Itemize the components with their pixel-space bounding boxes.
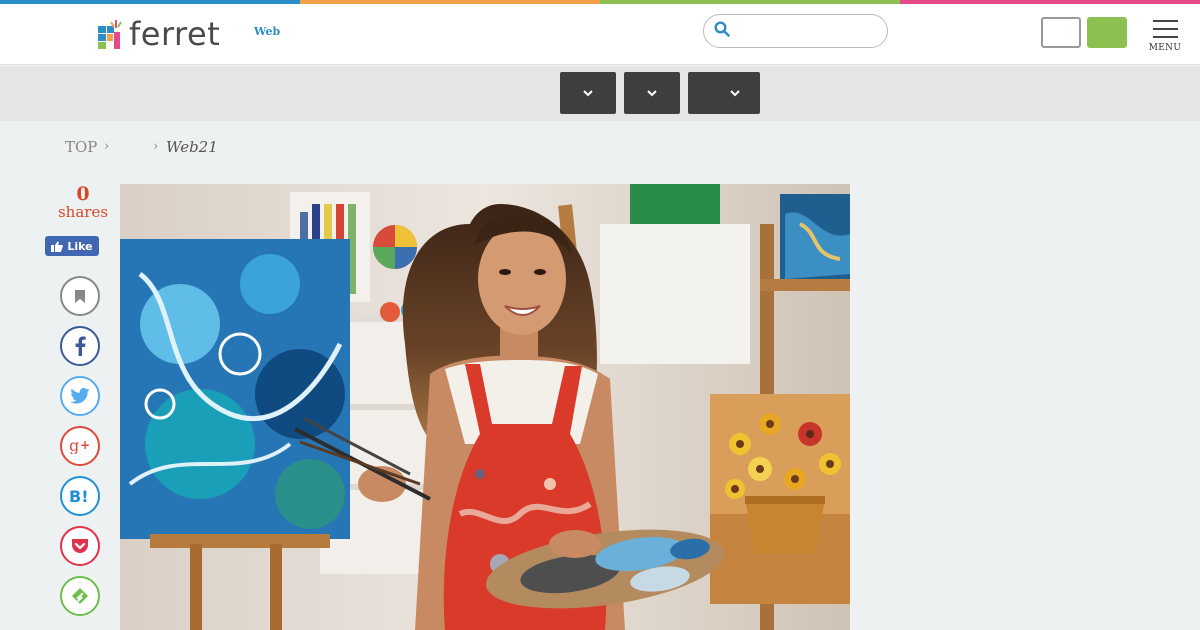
google-plus-icon: g +	[69, 438, 90, 454]
menu-label: MENU	[1148, 43, 1182, 53]
search-icon	[714, 21, 730, 41]
facebook-like-button[interactable]: Like	[45, 236, 99, 256]
twitter-icon	[70, 388, 90, 404]
pocket-share-button[interactable]	[60, 526, 100, 566]
logo-text: ferret	[129, 15, 221, 53]
feedly-icon	[72, 588, 88, 604]
site-logo[interactable]: ferret	[97, 18, 220, 50]
bookmark-button[interactable]	[60, 276, 100, 316]
search-box[interactable]	[703, 14, 888, 48]
logo-mark-icon	[97, 18, 123, 50]
category-dropdown-3[interactable]	[688, 72, 760, 114]
svg-text:g: g	[69, 438, 79, 454]
svg-text:+: +	[80, 438, 90, 452]
register-button[interactable]	[1087, 17, 1127, 48]
logo-category-label: Web	[254, 25, 281, 38]
share-count-label: shares	[57, 203, 109, 221]
facebook-share-button[interactable]	[60, 326, 100, 366]
facebook-icon	[75, 336, 86, 356]
hamburger-icon-bar	[1152, 36, 1178, 38]
site-header: ferret Web MENU	[0, 4, 1200, 65]
login-button[interactable]	[1041, 17, 1081, 48]
share-count: 0 shares	[56, 184, 110, 220]
breadcrumb-top-link[interactable]: TOP	[65, 138, 97, 156]
category-dropdown-2[interactable]	[624, 72, 680, 114]
chevron-down-icon	[647, 89, 657, 96]
google-plus-share-button[interactable]: g +	[60, 426, 100, 466]
like-label: Like	[67, 239, 93, 253]
twitter-share-button[interactable]	[60, 376, 100, 416]
article-hero-image	[120, 184, 850, 630]
search-input[interactable]	[736, 19, 876, 43]
category-nav	[0, 66, 1200, 121]
hatena-bookmark-share-button[interactable]: B!	[60, 476, 100, 516]
svg-text:B!: B!	[69, 487, 89, 505]
breadcrumb-current: Web21	[166, 138, 218, 156]
pocket-icon	[72, 539, 88, 553]
hamburger-icon-bar	[1152, 28, 1178, 30]
bookmark-icon	[75, 289, 85, 303]
thumbs-up-icon	[51, 241, 64, 252]
artist-painting-illustration	[120, 184, 850, 630]
hatena-bookmark-icon: B!	[69, 487, 89, 505]
share-count-number: 0	[76, 183, 90, 205]
hamburger-icon	[1152, 20, 1178, 22]
category-dropdown-1[interactable]	[560, 72, 616, 114]
chevron-down-icon	[583, 89, 593, 96]
breadcrumb-separator: ›	[104, 139, 110, 154]
breadcrumb-separator: ›	[153, 139, 159, 154]
menu-button[interactable]: MENU	[1148, 20, 1182, 53]
feedly-share-button[interactable]	[60, 576, 100, 616]
chevron-down-icon	[730, 89, 740, 96]
